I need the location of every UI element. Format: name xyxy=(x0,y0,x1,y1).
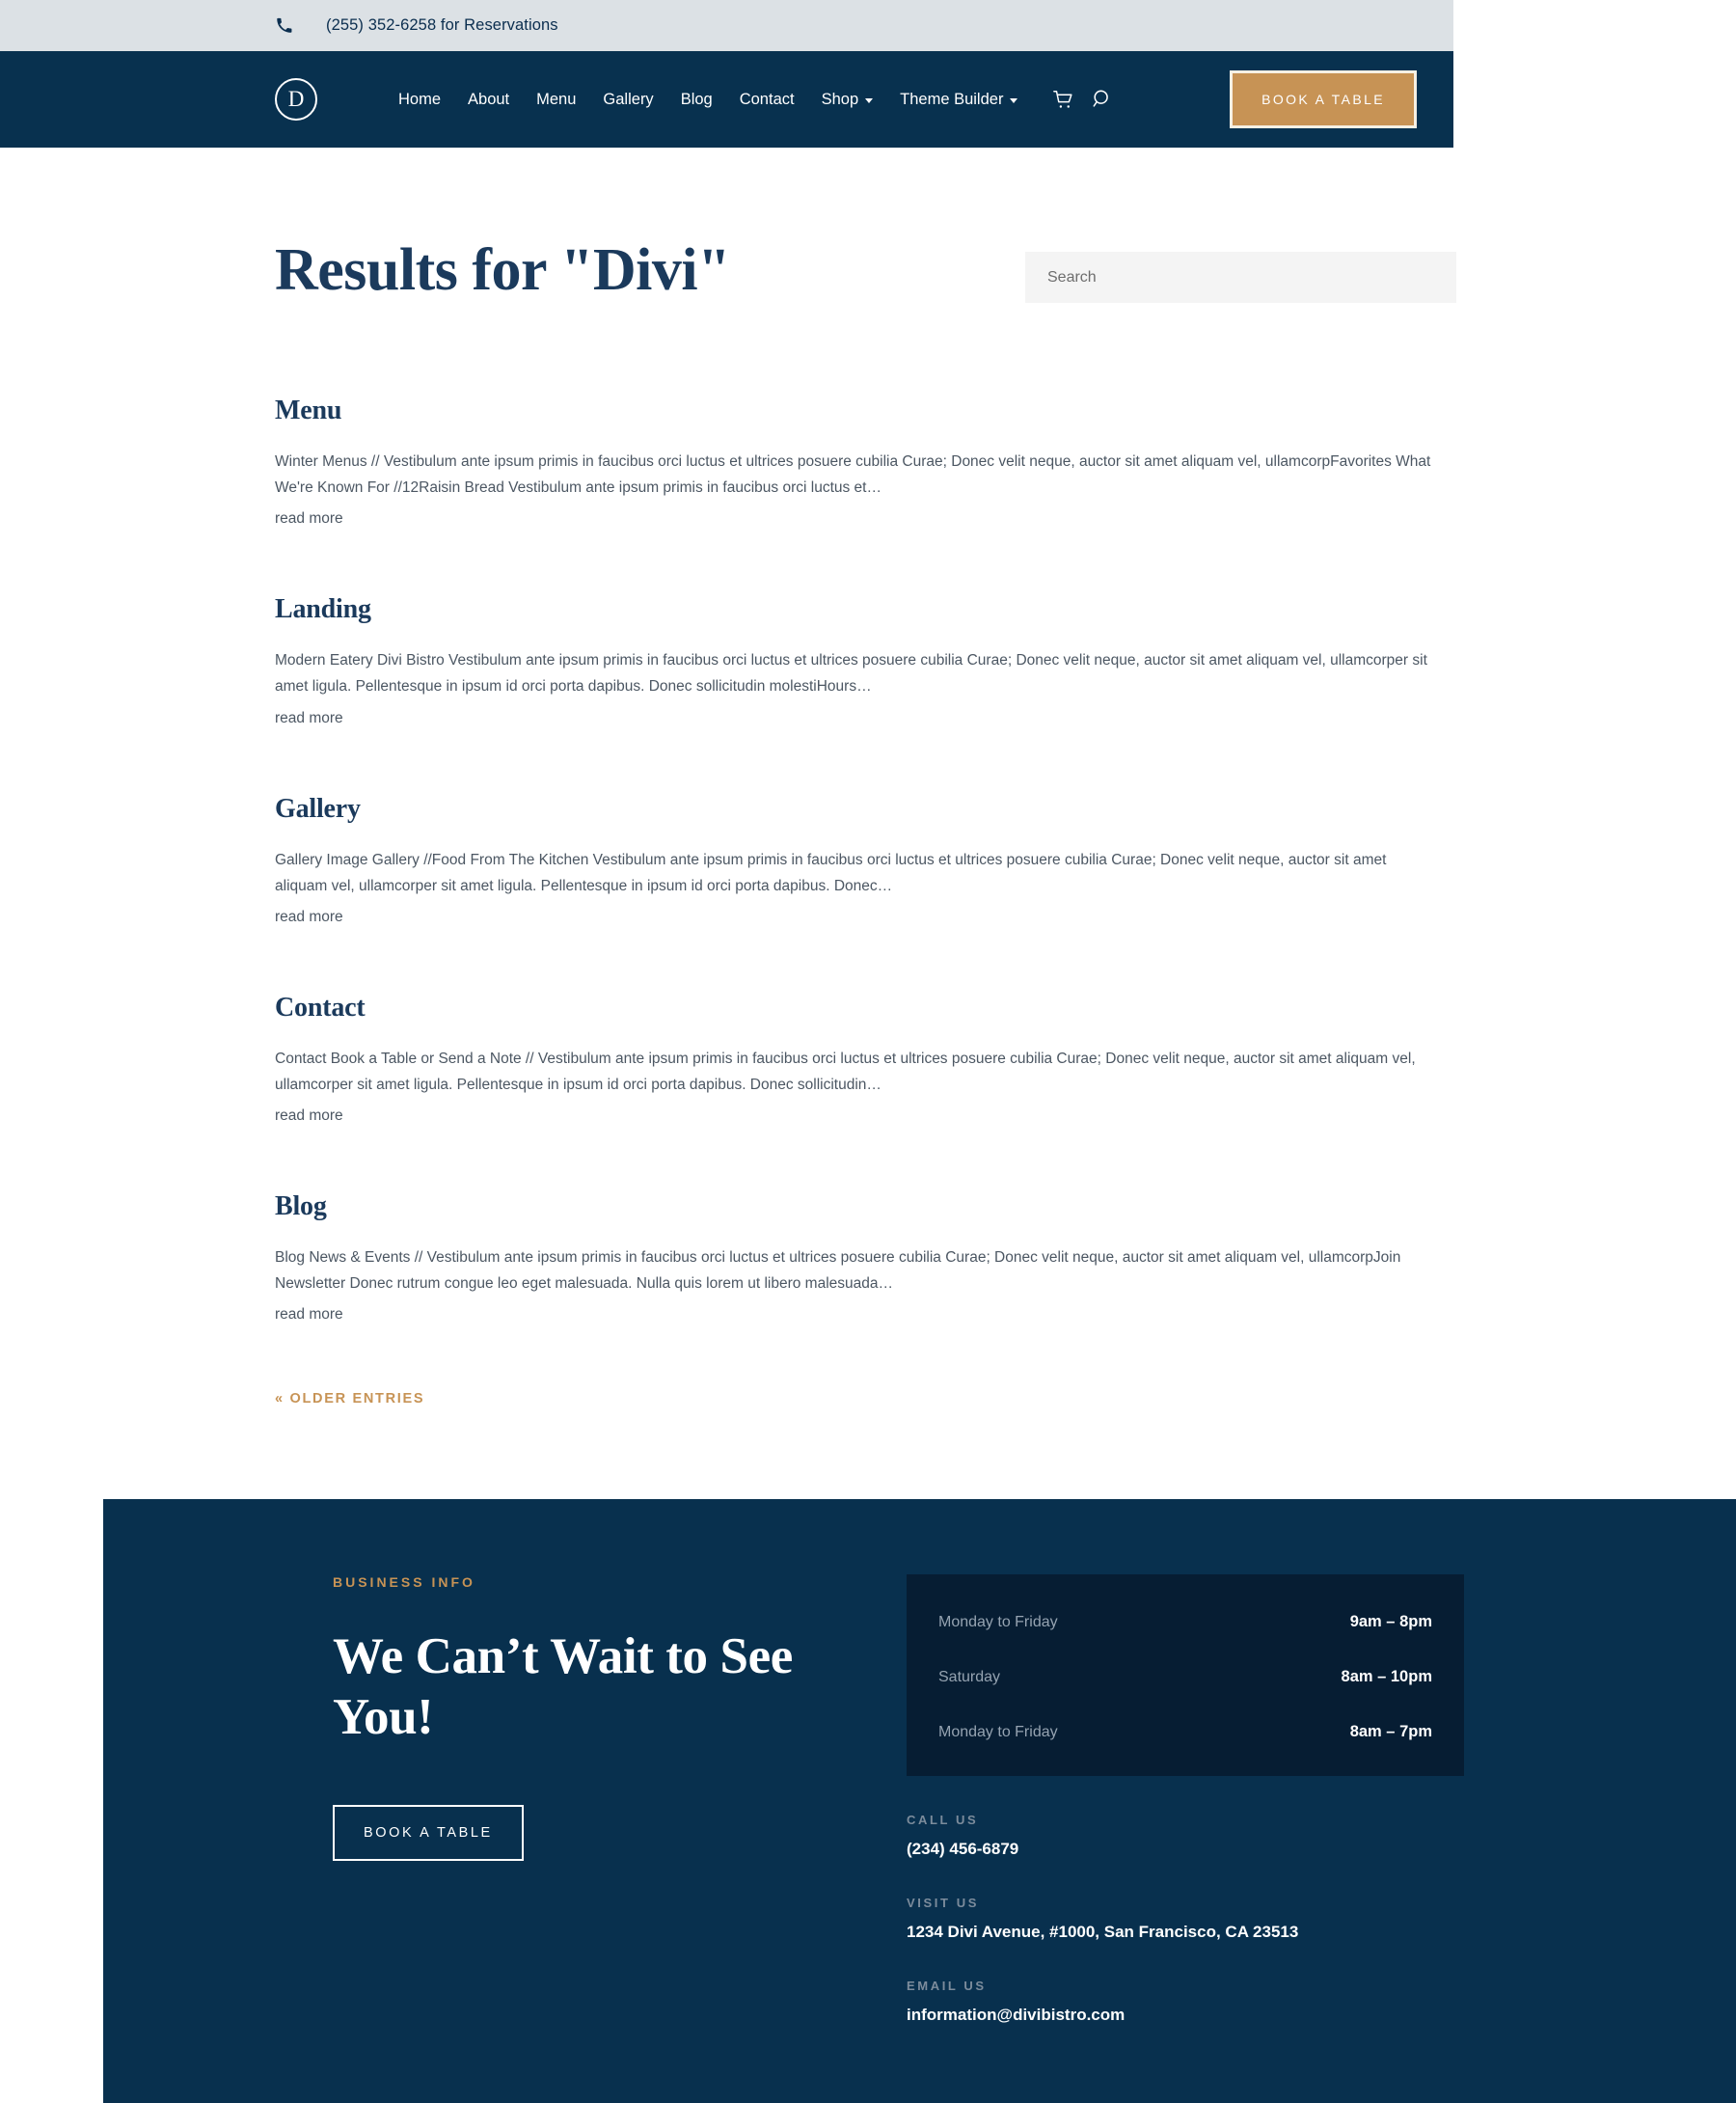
result-excerpt: Gallery Image Gallery //Food From The Ki… xyxy=(275,851,1387,894)
nav-item-label: Shop xyxy=(821,90,859,108)
site-footer: BUSINESS INFO We Can’t Wait to See You! … xyxy=(103,1499,1736,2103)
search-result-item: Contact Contact Book a Table or Send a N… xyxy=(275,993,1736,1125)
hours-day: Monday to Friday xyxy=(938,1724,1058,1740)
search-result-item: Landing Modern Eatery Divi Bistro Vestib… xyxy=(275,594,1736,726)
site-header: (255) 352-6258 for Reservations D Home A… xyxy=(0,0,1453,148)
hours-row: Monday to Friday 8am – 7pm xyxy=(938,1723,1432,1741)
logo-letter: D xyxy=(287,87,305,111)
hours-row: Monday to Friday 9am – 8pm xyxy=(938,1613,1432,1631)
result-excerpt: Blog News & Events // Vestibulum ante ip… xyxy=(275,1249,1401,1293)
nav-item-label: About xyxy=(468,90,510,108)
opening-hours-box: Monday to Friday 9am – 8pm Saturday 8am … xyxy=(907,1574,1464,1776)
call-us-label: CALL US xyxy=(907,1813,979,1827)
main-navigation: D Home About Menu Gallery Blog Contact S… xyxy=(0,51,1453,148)
call-us-value[interactable]: (234) 456-6879 xyxy=(907,1840,1485,1859)
hours-day: Saturday xyxy=(938,1669,1001,1685)
hours-time: 8am – 10pm xyxy=(1341,1668,1432,1685)
utility-topbar: (255) 352-6258 for Reservations xyxy=(0,0,1453,51)
cart-icon[interactable] xyxy=(1052,90,1074,110)
search-icon[interactable] xyxy=(1092,89,1113,110)
reservations-phone-text: (255) 352-6258 for Reservations xyxy=(326,16,558,34)
visit-us-block: VISIT US 1234 Divi Avenue, #1000, San Fr… xyxy=(907,1896,1485,1942)
page-title: Results for "Divi" xyxy=(275,237,731,303)
result-excerpt: Winter Menus // Vestibulum ante ipsum pr… xyxy=(275,453,1431,497)
nav-item-shop[interactable]: Shop xyxy=(808,91,887,109)
search-input[interactable] xyxy=(1025,252,1456,303)
search-results-list: Menu Winter Menus // Vestibulum ante ips… xyxy=(275,396,1736,1407)
result-excerpt: Contact Book a Table or Send a Note // V… xyxy=(275,1050,1416,1093)
nav-item-about[interactable]: About xyxy=(454,91,523,109)
search-results-header: Results for "Divi" xyxy=(275,237,1736,303)
search-result-item: Gallery Gallery Image Gallery //Food Fro… xyxy=(275,794,1736,926)
result-title[interactable]: Contact xyxy=(275,993,1736,1024)
nav-item-home[interactable]: Home xyxy=(385,91,454,109)
chevron-down-icon xyxy=(865,97,874,103)
nav-item-label: Menu xyxy=(536,90,577,108)
nav-icon-group xyxy=(1052,89,1113,110)
main-content: Results for "Divi" Menu Winter Menus // … xyxy=(0,237,1736,1407)
result-excerpt: Modern Eatery Divi Bistro Vestibulum ant… xyxy=(275,652,1427,696)
result-title[interactable]: Gallery xyxy=(275,794,1736,825)
email-us-label: EMAIL US xyxy=(907,1979,987,1993)
email-us-block: EMAIL US information@divibistro.com xyxy=(907,1979,1485,2025)
nav-item-label: Home xyxy=(398,90,442,108)
nav-item-theme-builder[interactable]: Theme Builder xyxy=(886,91,1031,109)
visit-us-value[interactable]: 1234 Divi Avenue, #1000, San Francisco, … xyxy=(907,1923,1485,1942)
hours-day: Monday to Friday xyxy=(938,1614,1058,1630)
nav-item-contact[interactable]: Contact xyxy=(726,91,808,109)
read-more-link[interactable]: read more xyxy=(275,710,343,727)
read-more-link[interactable]: read more xyxy=(275,909,343,926)
book-a-table-button[interactable]: BOOK A TABLE xyxy=(1230,70,1417,128)
result-title[interactable]: Menu xyxy=(275,396,1736,426)
footer-cta-column: BUSINESS INFO We Can’t Wait to See You! … xyxy=(328,1574,873,2103)
call-us-block: CALL US (234) 456-6879 xyxy=(907,1813,1485,1859)
older-entries-link[interactable]: « OLDER ENTRIES xyxy=(275,1391,424,1407)
result-title[interactable]: Blog xyxy=(275,1191,1736,1222)
hours-time: 9am – 8pm xyxy=(1349,1613,1432,1630)
nav-item-menu[interactable]: Menu xyxy=(523,91,589,109)
search-result-item: Menu Winter Menus // Vestibulum ante ips… xyxy=(275,396,1736,528)
nav-item-gallery[interactable]: Gallery xyxy=(589,91,666,109)
email-us-value[interactable]: information@divibistro.com xyxy=(907,2006,1485,2025)
hours-time: 8am – 7pm xyxy=(1349,1723,1432,1740)
nav-item-label: Gallery xyxy=(603,90,654,108)
search-result-item: Blog Blog News & Events // Vestibulum an… xyxy=(275,1191,1736,1324)
footer-heading: We Can’t Wait to See You! xyxy=(333,1628,793,1745)
site-logo[interactable]: D xyxy=(275,78,317,121)
read-more-link[interactable]: read more xyxy=(275,1306,343,1324)
visit-us-label: VISIT US xyxy=(907,1896,979,1910)
read-more-link[interactable]: read more xyxy=(275,510,343,528)
footer-eyebrow: BUSINESS INFO xyxy=(333,1574,475,1590)
footer-info-column: Monday to Friday 9am – 8pm Saturday 8am … xyxy=(907,1574,1485,2103)
nav-item-label: Theme Builder xyxy=(900,90,1004,108)
result-title[interactable]: Landing xyxy=(275,594,1736,625)
chevron-down-icon xyxy=(1010,97,1018,103)
nav-item-label: Contact xyxy=(739,90,795,108)
read-more-link[interactable]: read more xyxy=(275,1107,343,1125)
nav-menu: Home About Menu Gallery Blog Contact Sho… xyxy=(385,91,1031,109)
nav-item-blog[interactable]: Blog xyxy=(667,91,726,109)
hours-row: Saturday 8am – 10pm xyxy=(938,1668,1432,1686)
nav-item-label: Blog xyxy=(680,90,713,108)
footer-book-a-table-button[interactable]: BOOK A TABLE xyxy=(328,1800,529,1867)
phone-icon xyxy=(275,17,292,35)
